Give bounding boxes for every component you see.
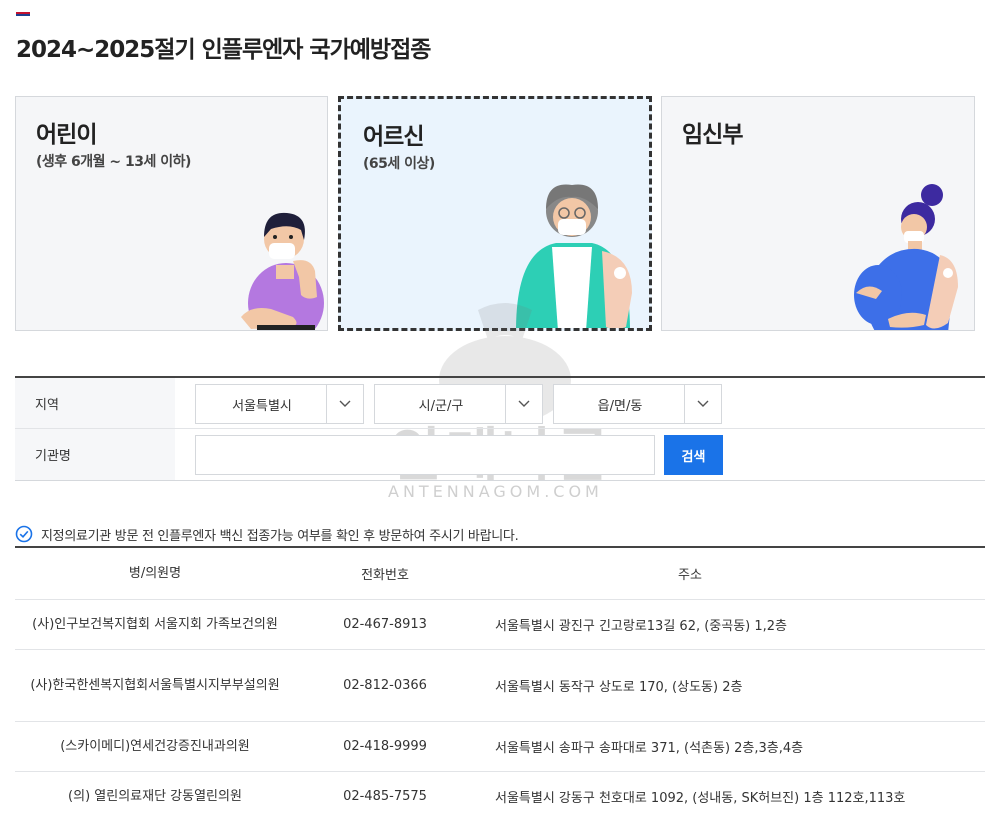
district-select-value: 읍/면/동 xyxy=(597,398,643,414)
pregnant-woman-illustration-icon xyxy=(854,184,958,330)
page-title: 2024~2025절기 인플루엔자 국가예방접종 xyxy=(16,37,431,63)
table-row[interactable]: (사)한국한센복지협회서울특별시지부부설의원 02-812-0366 서울특별시… xyxy=(15,650,985,722)
table-header: 병/의원명 전화번호 주소 xyxy=(15,548,985,600)
table-row[interactable]: (사)인구보건복지협회 서울지회 가족보건의원 02-467-8913 서울특별… xyxy=(15,600,985,650)
chevron-down-icon xyxy=(505,385,542,423)
district-select[interactable]: 읍/면/동 xyxy=(553,384,722,424)
institution-name-label: 기관명 xyxy=(15,429,175,480)
hospital-name: (사)인구보건복지협회 서울지회 가족보건의원 xyxy=(32,617,278,632)
province-select-value: 서울특별시 xyxy=(232,398,292,414)
hospital-address: 서울특별시 송파구 송파대로 371, (석촌동) 2층,3층,4층 xyxy=(495,741,804,756)
header-name: 병/의원명 xyxy=(128,566,182,581)
table-row[interactable]: (스카이메디)연세건강증진내과의원 02-418-9999 서울특별시 송파구 … xyxy=(15,722,985,772)
check-circle-icon xyxy=(15,525,33,543)
header-tel: 전화번호 xyxy=(361,568,409,583)
hospital-tel: 02-467-8913 xyxy=(343,617,427,632)
flag-icon xyxy=(16,12,30,16)
card-pregnant[interactable]: 임신부 xyxy=(661,96,975,331)
hospital-name: (의) 열린의료재단 강동열린의원 xyxy=(68,789,242,804)
header-address: 주소 xyxy=(678,568,702,583)
chevron-down-icon xyxy=(326,385,363,423)
hospital-tel: 02-485-7575 xyxy=(343,789,427,804)
search-row-name: 기관명 검색 xyxy=(15,429,985,480)
chevron-down-icon xyxy=(684,385,721,423)
city-select-value: 시/군/구 xyxy=(418,398,464,414)
notice-text: 지정의료기관 방문 전 인플루엔자 백신 접종가능 여부를 확인 후 방문하여 … xyxy=(41,528,519,544)
card-seniors[interactable]: 어르신 (65세 이상) xyxy=(338,96,652,331)
search-row-region: 지역 서울특별시 시/군/구 읍/면/동 xyxy=(15,378,985,429)
hospital-name: (스카이메디)연세건강증진내과의원 xyxy=(60,739,250,754)
hospital-address: 서울특별시 동작구 상도로 170, (상도동) 2층 xyxy=(495,680,743,695)
watermark-subtext: ANTENNAGOM.COM xyxy=(388,482,603,501)
institution-name-input[interactable] xyxy=(195,435,655,475)
card-title: 어르신 xyxy=(363,124,424,150)
card-title: 임신부 xyxy=(682,122,743,148)
notice: 지정의료기관 방문 전 인플루엔자 백신 접종가능 여부를 확인 후 방문하여 … xyxy=(15,524,519,544)
hospital-address: 서울특별시 광진구 긴고랑로13길 62, (중곡동) 1,2층 xyxy=(495,619,788,634)
province-select[interactable]: 서울특별시 xyxy=(195,384,364,424)
target-group-cards: 어린이 (생후 6개월 ~ 13세 이하) 어르신 (65세 이상) 임신부 xyxy=(15,96,975,332)
results-table: 병/의원명 전화번호 주소 (사)인구보건복지협회 서울지회 가족보건의원 02… xyxy=(15,546,985,821)
child-illustration-icon xyxy=(241,212,324,330)
region-label: 지역 xyxy=(15,378,175,428)
hospital-name: (사)한국한센복지협회서울특별시지부부설의원 xyxy=(30,678,280,693)
card-title: 어린이 xyxy=(36,122,97,148)
search-form: 지역 서울특별시 시/군/구 읍/면/동 기관명 검색 xyxy=(15,376,985,481)
city-select[interactable]: 시/군/구 xyxy=(374,384,543,424)
card-subtitle: (생후 6개월 ~ 13세 이하) xyxy=(36,154,191,170)
card-children[interactable]: 어린이 (생후 6개월 ~ 13세 이하) xyxy=(15,96,328,331)
hospital-address: 서울특별시 강동구 천호대로 1092, (성내동, SK허브진) 1층 112… xyxy=(495,791,906,806)
table-row[interactable]: (의) 열린의료재단 강동열린의원 02-485-7575 서울특별시 강동구 … xyxy=(15,772,985,821)
hospital-tel: 02-812-0366 xyxy=(343,678,427,693)
search-button[interactable]: 검색 xyxy=(664,435,723,475)
hospital-tel: 02-418-9999 xyxy=(343,739,427,754)
senior-illustration-icon xyxy=(516,184,632,328)
card-subtitle: (65세 이상) xyxy=(363,156,435,172)
